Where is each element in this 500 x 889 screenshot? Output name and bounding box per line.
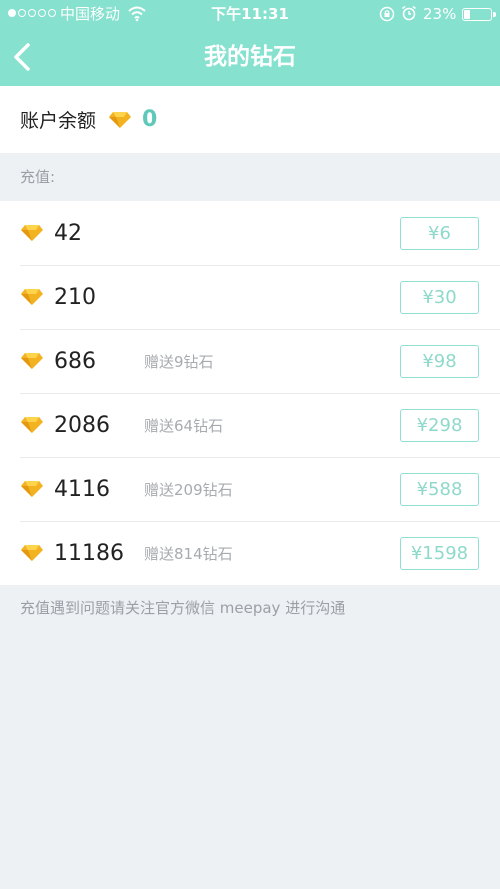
nav-bar: 我的钻石 [0,28,500,86]
diamond-icon [21,353,43,369]
battery-fill [464,10,470,19]
diamond-icon [21,289,43,305]
price-button[interactable]: ¥98 [400,345,479,378]
diamond-icon [21,545,43,561]
package-bonus: 赠送814钻石 [144,544,233,563]
package-amount: 11186 [54,540,124,566]
app-header: 中国移动 下午11:31 23% 我的钻石 [0,0,500,86]
package-row[interactable]: 11186 赠送814钻石 ¥1598 [0,521,500,585]
support-note: 充值遇到问题请关注官方微信 meepay 进行沟通 [20,599,346,617]
battery-icon [462,8,496,21]
price-button[interactable]: ¥1598 [400,537,479,570]
recharge-section-label: 充值: [0,153,500,201]
package-list: 42 ¥6 210 ¥30 686 赠送9钻石 ¥98 2086 赠送64钻石 … [0,201,500,585]
package-row[interactable]: 210 ¥30 [0,265,500,329]
price-button[interactable]: ¥6 [400,217,479,250]
package-bonus: 赠送9钻石 [144,352,214,371]
page-title: 我的钻石 [204,44,296,70]
package-row[interactable]: 686 赠送9钻石 ¥98 [0,329,500,393]
diamond-icon [109,111,132,128]
price-button[interactable]: ¥298 [400,409,479,442]
package-row[interactable]: 2086 赠送64钻石 ¥298 [0,393,500,457]
package-amount: 210 [54,284,96,310]
alarm-icon [402,5,416,21]
package-row[interactable]: 4116 赠送209钻石 ¥588 [0,457,500,521]
package-amount: 2086 [54,412,110,438]
package-row[interactable]: 42 ¥6 [0,201,500,265]
balance-row: 账户余额 0 [0,86,500,153]
price-button[interactable]: ¥30 [400,281,479,314]
diamond-icon [21,417,43,433]
price-button[interactable]: ¥588 [400,473,479,506]
package-bonus: 赠送64钻石 [144,416,224,435]
package-amount: 686 [54,348,96,374]
diamond-icon [21,481,43,497]
battery-percent: 23% [423,5,457,23]
balance-label: 账户余额 [20,110,97,132]
package-amount: 42 [54,220,82,246]
status-bar: 中国移动 下午11:31 23% [0,0,500,28]
package-amount: 4116 [54,476,110,502]
diamond-icon [21,225,43,241]
rotation-lock-icon [379,6,395,22]
balance-value: 0 [142,107,158,132]
package-bonus: 赠送209钻石 [144,480,233,499]
